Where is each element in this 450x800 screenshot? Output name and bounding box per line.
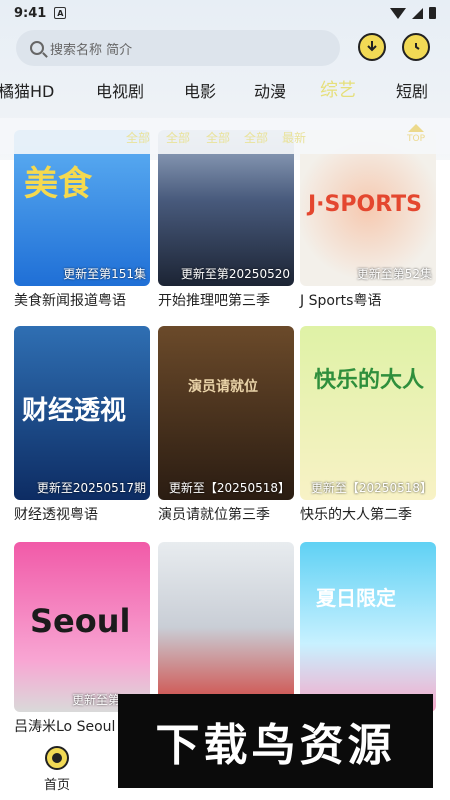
filter-row: 全部 全部 全部 全部 最新 TOP [0,118,450,154]
home-icon [45,746,69,770]
poster-title-art: 财经透视 [22,396,127,426]
poster-art [158,542,294,712]
poster-title-art: 美食 [24,164,92,204]
video-title: 财经透视粤语 [14,507,98,523]
poster[interactable]: 财经透视 更新至20250517期 [14,326,150,500]
category-tabs: 橘猫HD 电视剧 电影 动漫 综艺 短剧 [0,78,450,106]
history-button[interactable] [402,33,430,61]
tab-short-drama[interactable]: 短剧 [396,78,428,102]
tab-anime[interactable]: 动漫 [254,78,286,102]
poster[interactable]: 快乐的大人 更新至【20250518】 [300,326,436,500]
status-bar: 9:41 A [0,0,450,26]
clock-icon [415,43,420,50]
notification-icon: A [54,7,67,19]
video-title: 美食新闻报道粤语 [14,293,126,309]
tab-tv-series[interactable]: 电视剧 [96,78,144,102]
filter-chip[interactable]: 全部 [206,129,230,146]
poster-title-art: 演员请就位 [188,379,258,395]
status-icons [390,7,436,19]
video-title: J Sports粤语 [300,293,382,309]
watermark-banner: 下载鸟资源 [118,694,433,788]
search-icon [30,41,44,55]
wifi-icon [390,7,406,19]
poster-art [300,326,436,500]
update-badge: 更新至【20250518】 [168,481,290,495]
scroll-top-button[interactable]: TOP [404,124,428,150]
arrow-up-icon [408,124,424,132]
tab-variety[interactable]: 综艺 [320,76,356,102]
update-badge: 更新至第151集 [63,267,146,281]
update-badge: 更新至【20250518】 [310,481,432,495]
top-label: TOP [406,134,425,144]
search-placeholder: 搜索名称 简介 [50,42,133,58]
poster-title-art: 夏日限定 [316,586,396,610]
video-title: 快乐的大人第二季 [300,507,412,523]
download-button[interactable] [358,33,386,61]
filter-chip[interactable]: 全部 [166,129,190,146]
poster[interactable]: 演员请就位 更新至【20250518】 [158,326,294,500]
poster-art [158,326,294,500]
update-badge: 更新至第52集 [356,267,432,281]
poster-art [300,542,436,712]
filter-chip[interactable]: 全部 [244,129,268,146]
poster[interactable] [158,542,294,712]
video-title: 演员请就位第三季 [158,507,270,523]
poster[interactable]: 夏日限定 [300,542,436,712]
poster-title-art: 快乐的大人 [314,368,425,393]
nav-home[interactable]: 首页 [32,746,82,793]
tab-juemao-hd[interactable]: 橘猫HD [0,78,54,102]
download-icon [367,41,377,52]
search-input[interactable]: 搜索名称 简介 [16,30,340,66]
video-title: 吕涛米Lo Seoul [14,719,116,735]
filter-chip[interactable]: 全部 [126,129,150,146]
tab-movies[interactable]: 电影 [184,78,216,102]
poster[interactable]: Seoul 更新至第 [14,542,150,712]
poster-title-art: Seoul [30,602,131,640]
update-badge: 更新至第 [71,693,120,707]
update-badge: 更新至20250517期 [36,481,146,495]
battery-icon [429,7,436,19]
update-badge: 更新至第20250520 [180,267,290,281]
video-title: 开始推理吧第三季 [158,293,270,309]
poster-title-art: J·SPORTS [308,192,423,217]
status-time: 9:41 [14,5,47,21]
nav-home-label: 首页 [43,778,70,793]
filter-chip[interactable]: 最新 [282,129,306,146]
signal-icon [412,7,423,19]
